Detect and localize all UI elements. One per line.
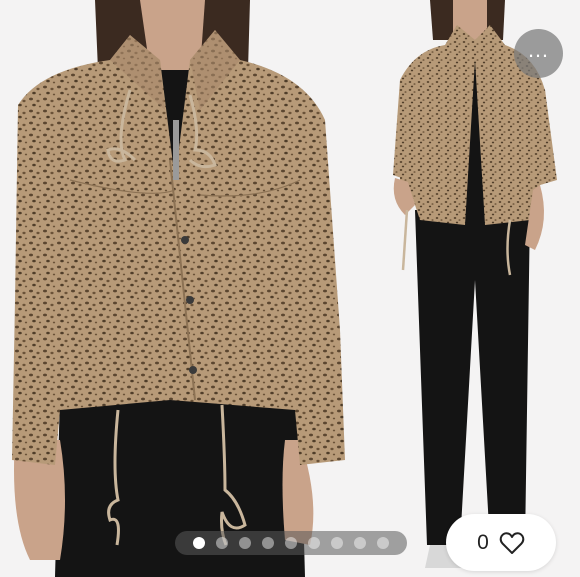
like-button[interactable]: 0 xyxy=(446,514,556,571)
product-photo-secondary xyxy=(345,0,580,577)
carousel-dot-2[interactable] xyxy=(216,537,228,549)
carousel-dot-3[interactable] xyxy=(239,537,251,549)
carousel-dot-4[interactable] xyxy=(262,537,274,549)
carousel-dot-9[interactable] xyxy=(377,537,389,549)
carousel-dot-1[interactable] xyxy=(193,537,205,549)
carousel-dot-8[interactable] xyxy=(354,537,366,549)
like-count: 0 xyxy=(477,530,489,554)
carousel-dot-7[interactable] xyxy=(331,537,343,549)
photo-carousel-indicator[interactable] xyxy=(175,531,407,555)
carousel-dot-5[interactable] xyxy=(285,537,297,549)
more-dots-icon: … xyxy=(527,36,550,62)
model-fullbody-illustration xyxy=(345,0,580,577)
listing-photo-viewer[interactable]: … 0 xyxy=(0,0,580,577)
jacket-closeup-illustration xyxy=(0,0,345,577)
heart-outline-icon xyxy=(499,531,525,554)
product-photo-main xyxy=(0,0,345,577)
carousel-dot-6[interactable] xyxy=(308,537,320,549)
more-options-button[interactable]: … xyxy=(514,29,563,78)
